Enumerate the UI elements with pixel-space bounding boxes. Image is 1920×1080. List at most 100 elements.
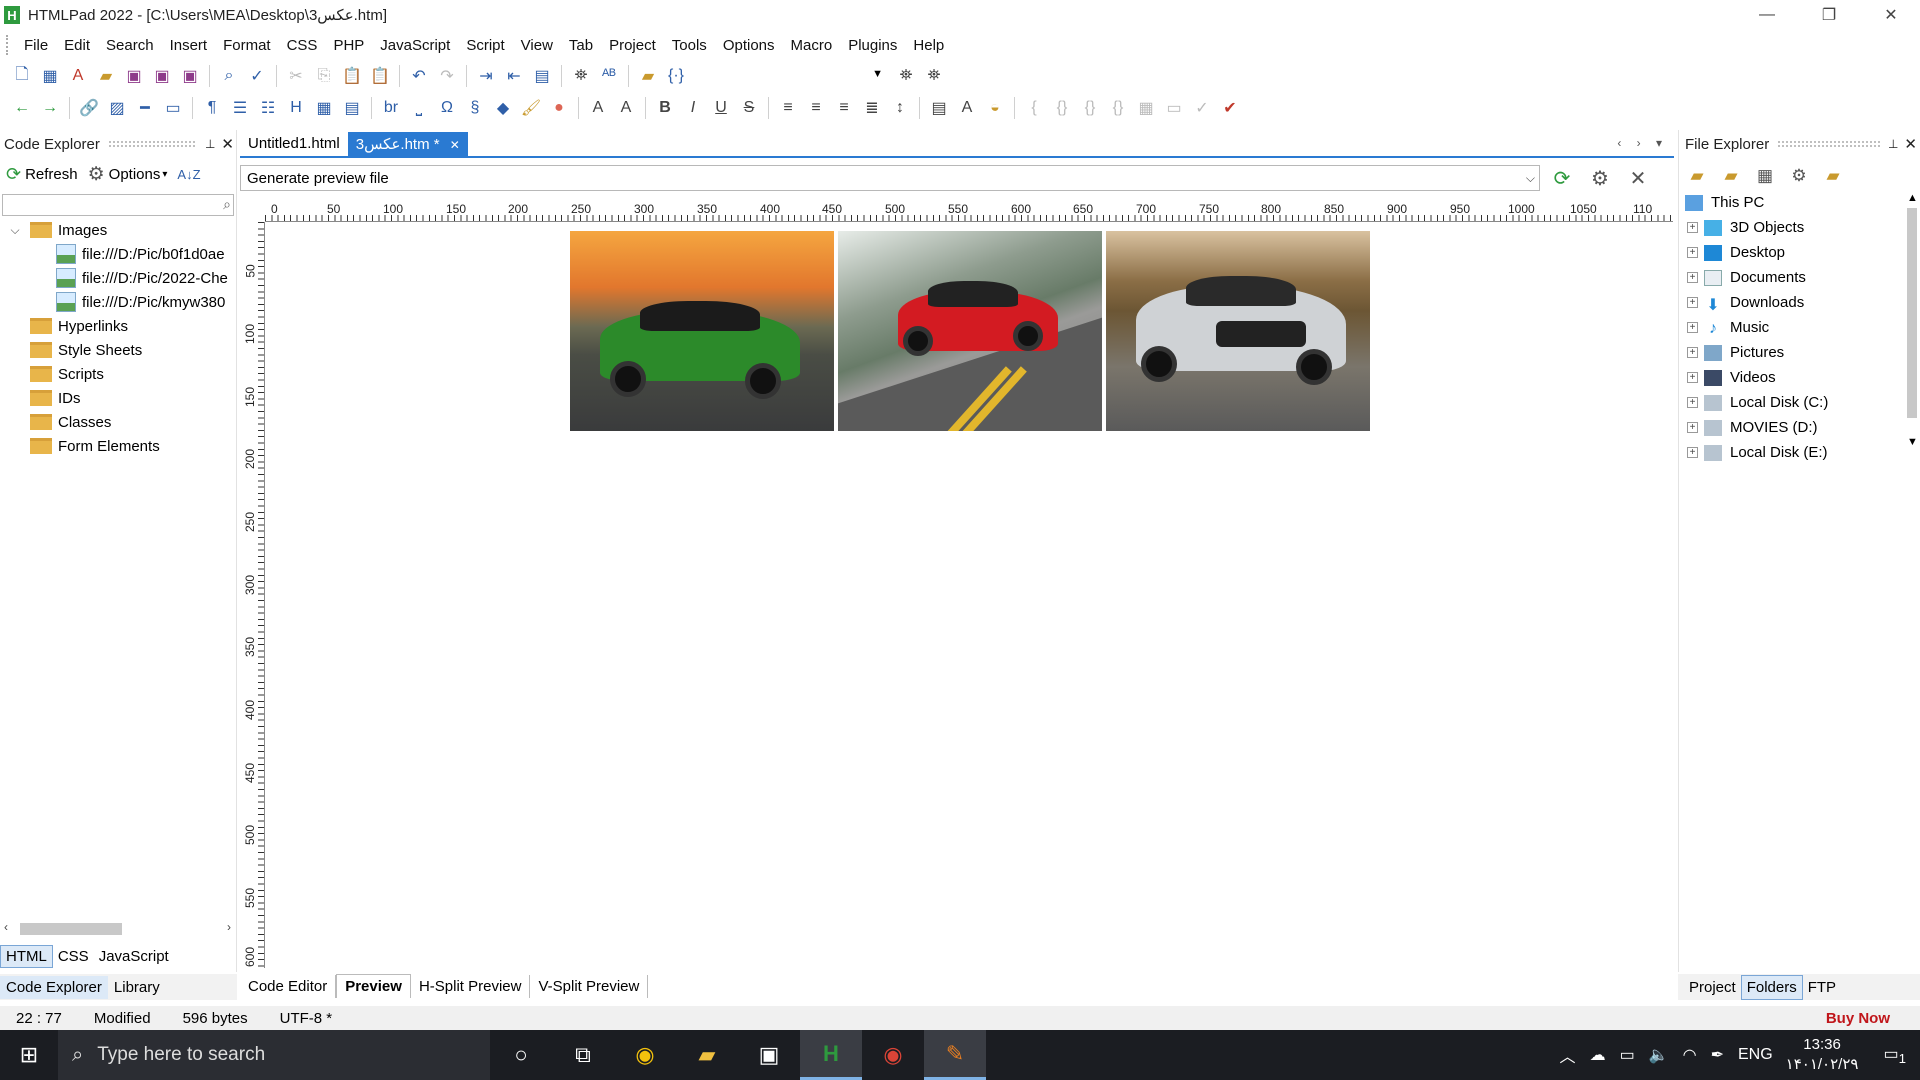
pin-icon[interactable]: ⊥ [1888, 137, 1898, 151]
find-icon[interactable]: ⌕ [216, 63, 242, 89]
tab-code-explorer[interactable]: Code Explorer [0, 975, 108, 999]
panel-close-icon[interactable]: ✕ [1904, 135, 1917, 153]
menu-view[interactable]: View [513, 37, 561, 54]
block-icon[interactable]: ▤ [926, 95, 952, 121]
paste-special-icon[interactable]: 📋 [367, 63, 393, 89]
css-selector-icon[interactable]: {} [1077, 95, 1103, 121]
find-prev-icon[interactable]: ⛯ [921, 63, 947, 89]
expand-icon[interactable]: + [1687, 247, 1698, 258]
horizontal-scrollbar[interactable]: ‹ › [0, 920, 237, 936]
tree-item-style-sheets[interactable]: Style Sheets [0, 338, 237, 362]
preview-mode-select[interactable]: Generate preview file ⌵ [240, 165, 1540, 191]
justify-icon[interactable]: ≣ [859, 95, 885, 121]
scrollbar-thumb[interactable] [20, 923, 122, 935]
scroll-down-icon[interactable]: ▼ [1907, 436, 1918, 448]
menu-tab[interactable]: Tab [561, 37, 601, 54]
heading-icon[interactable]: H [283, 95, 309, 121]
highlight-icon[interactable]: ◒ [982, 95, 1008, 121]
menu-script[interactable]: Script [458, 37, 512, 54]
gear-icon[interactable]: ⚙ [1785, 164, 1813, 188]
paste-icon[interactable]: 📋 [339, 63, 365, 89]
expand-icon[interactable]: + [1687, 297, 1698, 308]
panel-grip[interactable] [107, 140, 197, 148]
tab-active-document[interactable]: عکس3.htm * ✕ [347, 132, 468, 156]
cortana-icon[interactable]: ○ [490, 1030, 552, 1080]
tree-item-movies-d[interactable]: + MOVIES (D:) [1679, 415, 1899, 440]
volume-icon[interactable]: 🔈 [1649, 1045, 1669, 1065]
spelling-icon[interactable]: ᴬᴮ [596, 63, 622, 89]
table-grid-icon[interactable]: ▦ [1133, 95, 1159, 121]
tab-project[interactable]: Project [1684, 976, 1741, 999]
language-indicator[interactable]: ENG [1738, 1046, 1773, 1064]
line-break-icon[interactable]: br [378, 95, 404, 121]
tree-item-hyperlinks[interactable]: Hyperlinks [0, 314, 237, 338]
brush-icon[interactable]: 🖌 [518, 95, 544, 121]
expand-icon[interactable]: + [1687, 322, 1698, 333]
redo-icon[interactable]: ↷ [434, 63, 460, 89]
save-all-icon[interactable]: ▣ [149, 63, 175, 89]
tree-item-3d-objects[interactable]: + 3D Objects [1679, 215, 1899, 240]
tab-preview[interactable]: Preview [336, 974, 411, 998]
numbered-list-icon[interactable]: ☷ [255, 95, 281, 121]
chrome-icon[interactable]: ◉ [614, 1030, 676, 1080]
css-rule-icon[interactable]: {} [1049, 95, 1075, 121]
options-button[interactable]: ⚙ Options ▾ [88, 163, 168, 186]
show-hidden-icons-icon[interactable]: ︿ [1560, 1043, 1576, 1067]
style-icon[interactable]: § [462, 95, 488, 121]
menu-javascript[interactable]: JavaScript [372, 37, 458, 54]
refresh-button[interactable]: ⟳ Refresh [6, 164, 78, 185]
new-file-icon[interactable]: 🗋 [9, 63, 35, 89]
paint-app-icon[interactable]: ✎ [924, 1030, 986, 1080]
tree-item-scripts[interactable]: Scripts [0, 362, 237, 386]
menu-macro[interactable]: Macro [783, 37, 841, 54]
save-icon[interactable]: ▣ [121, 63, 147, 89]
pen-icon[interactable]: ✒ [1711, 1045, 1724, 1065]
new-folder-icon[interactable]: ▰ [1717, 164, 1745, 188]
favorites-folder-icon[interactable]: ▰ [1819, 164, 1847, 188]
italic-icon[interactable]: I [680, 95, 706, 121]
tab-library[interactable]: Library [108, 976, 166, 999]
close-preview-icon[interactable]: ✕ [1622, 165, 1654, 191]
tab-v-split-preview[interactable]: V-Split Preview [530, 974, 649, 998]
tree-item-pictures[interactable]: + Pictures [1679, 340, 1899, 365]
buy-now-link[interactable]: Buy Now [1826, 1010, 1890, 1027]
bullet-list-icon[interactable]: ☰ [227, 95, 253, 121]
form-icon[interactable]: ▤ [339, 95, 365, 121]
tree-item-documents[interactable]: + Documents [1679, 265, 1899, 290]
save-as-icon[interactable]: ▣ [177, 63, 203, 89]
css-brace-icon[interactable]: { [1021, 95, 1047, 121]
expand-icon[interactable]: + [1687, 397, 1698, 408]
binoculars-icon[interactable]: ⛯ [568, 63, 594, 89]
tree-item-image-file[interactable]: file:///D:/Pic/kmyw380 [0, 290, 237, 314]
browse-folder-icon[interactable]: ▰ [635, 63, 661, 89]
pin-icon[interactable]: ⊥ [205, 137, 215, 151]
menu-edit[interactable]: Edit [56, 37, 98, 54]
css-property-icon[interactable]: {} [1105, 95, 1131, 121]
tree-item-this-pc[interactable]: This PC [1679, 190, 1899, 215]
clock[interactable]: 13:36 ۱۴۰۱/۰۲/۲۹ [1786, 1035, 1859, 1075]
scroll-left-icon[interactable]: ‹ [4, 920, 8, 934]
new-pdf-icon[interactable]: A [65, 63, 91, 89]
tag-icon[interactable]: ◆ [490, 95, 516, 121]
sort-az-button[interactable]: A↓Z [177, 167, 200, 182]
menu-php[interactable]: PHP [325, 37, 372, 54]
tab-untitled1[interactable]: Untitled1.html [240, 132, 348, 156]
tree-item-music[interactable]: + ♪ Music [1679, 315, 1899, 340]
color-icon[interactable]: ● [546, 95, 572, 121]
expand-icon[interactable]: + [1687, 447, 1698, 458]
expand-icon[interactable]: + [1687, 222, 1698, 233]
restore-button[interactable]: ❐ [1800, 0, 1858, 30]
preview-settings-icon[interactable]: ⚙ [1584, 165, 1616, 191]
align-right-icon[interactable]: ≡ [831, 95, 857, 121]
refresh-preview-icon[interactable]: ⟳ [1546, 165, 1578, 191]
wifi-icon[interactable]: ◠ [1683, 1045, 1697, 1065]
tab-code-editor[interactable]: Code Editor [240, 974, 337, 998]
menu-plugins[interactable]: Plugins [840, 37, 905, 54]
view-mode-icon[interactable]: ▦ [1751, 164, 1779, 188]
file-explorer-icon[interactable]: ▰ [676, 1030, 738, 1080]
tree-item-image-file[interactable]: file:///D:/Pic/2022-Che [0, 266, 237, 290]
close-button[interactable]: ✕ [1862, 0, 1920, 30]
forward-arrow-icon[interactable]: → [37, 95, 63, 121]
onedrive-icon[interactable]: ☁ [1590, 1045, 1606, 1065]
tab-close-icon[interactable]: ✕ [450, 138, 460, 152]
